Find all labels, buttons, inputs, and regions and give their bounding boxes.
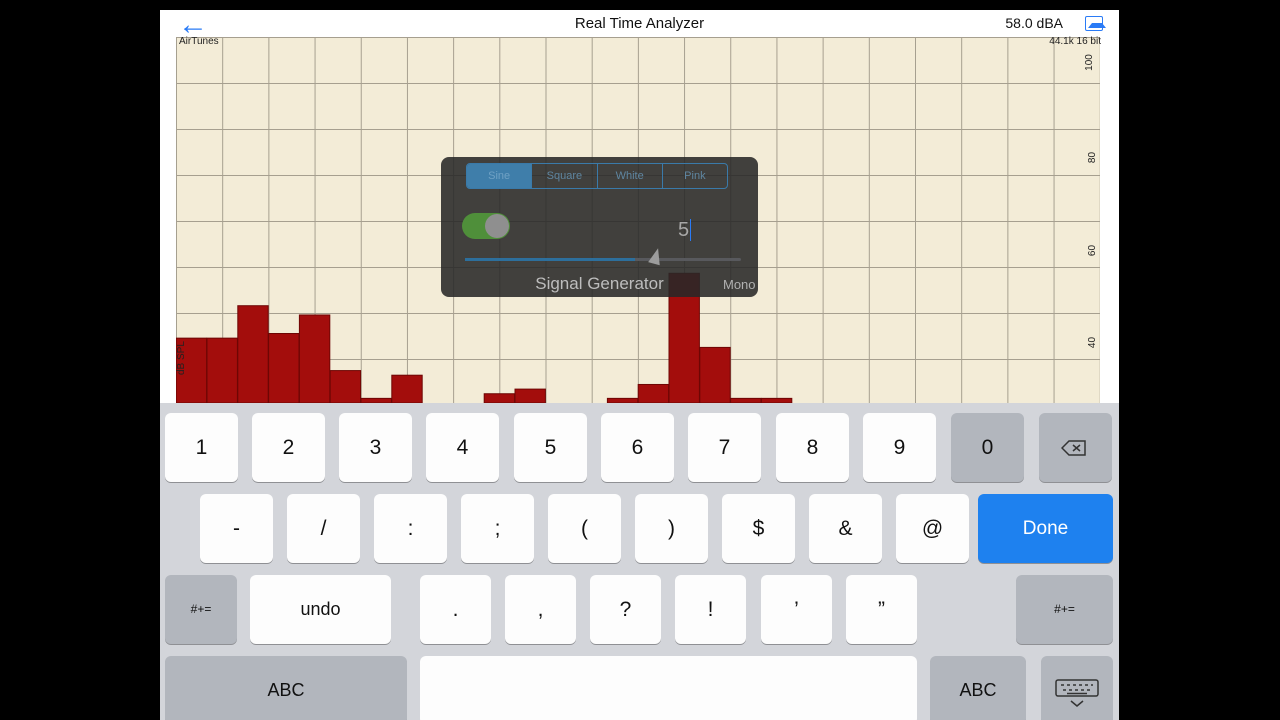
space-bar[interactable] [420, 656, 917, 720]
tab-pink[interactable]: Pink [663, 164, 727, 188]
key-0[interactable]: 0 [951, 413, 1024, 482]
level-slider[interactable] [465, 246, 741, 266]
key-period[interactable]: . [420, 575, 491, 644]
mono-label[interactable]: Mono [723, 277, 756, 292]
key-dollar[interactable]: $ [722, 494, 795, 563]
key-close-paren[interactable]: ) [635, 494, 708, 563]
signal-generator-popover: Sine Square White Pink 5 Signal Generato… [441, 157, 758, 297]
toggle-knob [485, 214, 509, 238]
y-tick-40: 40 [1086, 336, 1098, 349]
key-ampersand[interactable]: & [809, 494, 882, 563]
keyboard: 1 2 3 4 5 6 7 8 9 0 - / : ; ( ) $ & @ Do… [160, 403, 1119, 720]
spectrum-bar-5 [329, 370, 362, 403]
key-comma[interactable]: , [505, 575, 576, 644]
tab-square[interactable]: Square [532, 164, 598, 188]
slider-thumb[interactable] [648, 246, 664, 266]
text-caret [690, 219, 691, 241]
keyboard-dismiss-key[interactable] [1041, 656, 1113, 720]
key-4[interactable]: 4 [426, 413, 499, 482]
symbols-key-left[interactable]: #+= [165, 575, 237, 644]
spectrum-bar-11 [514, 388, 546, 403]
tab-white[interactable]: White [598, 164, 663, 188]
done-button[interactable]: Done [978, 494, 1113, 563]
audio-format-label: 44.1k 16 bit [1049, 36, 1101, 47]
undo-key[interactable]: undo [250, 575, 391, 644]
key-hyphen[interactable]: - [200, 494, 273, 563]
key-question[interactable]: ? [590, 575, 661, 644]
key-slash[interactable]: / [287, 494, 360, 563]
spectrum-bar-2 [237, 305, 269, 403]
y-tick-100: 100 [1084, 54, 1096, 71]
spectrum-bar-10 [483, 393, 516, 403]
audio-source-label: AirTunes [179, 36, 219, 47]
key-colon[interactable]: : [374, 494, 447, 563]
spectrum-bar-17 [699, 346, 731, 403]
symbols-key-right[interactable]: #+= [1016, 575, 1113, 644]
key-open-paren[interactable]: ( [548, 494, 621, 563]
key-1[interactable]: 1 [165, 413, 238, 482]
status-strip [160, 0, 1119, 10]
spectrum-bar-3 [268, 333, 300, 403]
spectrum-bar-4 [298, 314, 331, 403]
key-3[interactable]: 3 [339, 413, 412, 482]
tab-sine[interactable]: Sine [467, 164, 533, 188]
spectrum-bar-1 [206, 337, 238, 403]
key-8[interactable]: 8 [776, 413, 849, 482]
level-readout: 58.0 dBA [1005, 15, 1063, 31]
key-apostrophe[interactable]: ’ [761, 575, 832, 644]
generator-toggle[interactable] [462, 213, 510, 239]
waveform-segmented-control: Sine Square White Pink [466, 163, 728, 189]
spectrum-bar-15 [637, 383, 670, 403]
frequency-input[interactable]: 5 [678, 219, 689, 242]
slider-fill [465, 258, 635, 261]
y-axis-label: dB SPL [176, 341, 187, 375]
key-2[interactable]: 2 [252, 413, 325, 482]
y-tick-60: 60 [1086, 244, 1098, 257]
key-5[interactable]: 5 [514, 413, 587, 482]
key-at[interactable]: @ [896, 494, 969, 563]
keyboard-dismiss-icon [1055, 679, 1099, 707]
backspace-icon [1061, 440, 1086, 456]
key-7[interactable]: 7 [688, 413, 761, 482]
app-screen: ← Real Time Analyzer 58.0 dBA dB SPL 100… [160, 0, 1119, 720]
key-6[interactable]: 6 [601, 413, 674, 482]
page-title: Real Time Analyzer [574, 15, 705, 32]
key-exclamation[interactable]: ! [675, 575, 746, 644]
abc-key-right[interactable]: ABC [930, 656, 1026, 720]
spectrum-bar-7 [391, 374, 423, 403]
nav-bar: ← Real Time Analyzer 58.0 dBA [160, 10, 1119, 40]
key-quote[interactable]: ” [846, 575, 917, 644]
y-tick-80: 80 [1086, 151, 1098, 164]
key-semicolon[interactable]: ; [461, 494, 534, 563]
abc-key-left[interactable]: ABC [165, 656, 407, 720]
picture-icon[interactable] [1085, 16, 1106, 31]
backspace-key[interactable] [1039, 413, 1112, 482]
key-9[interactable]: 9 [863, 413, 936, 482]
signal-generator-label: Signal Generator [535, 274, 664, 293]
